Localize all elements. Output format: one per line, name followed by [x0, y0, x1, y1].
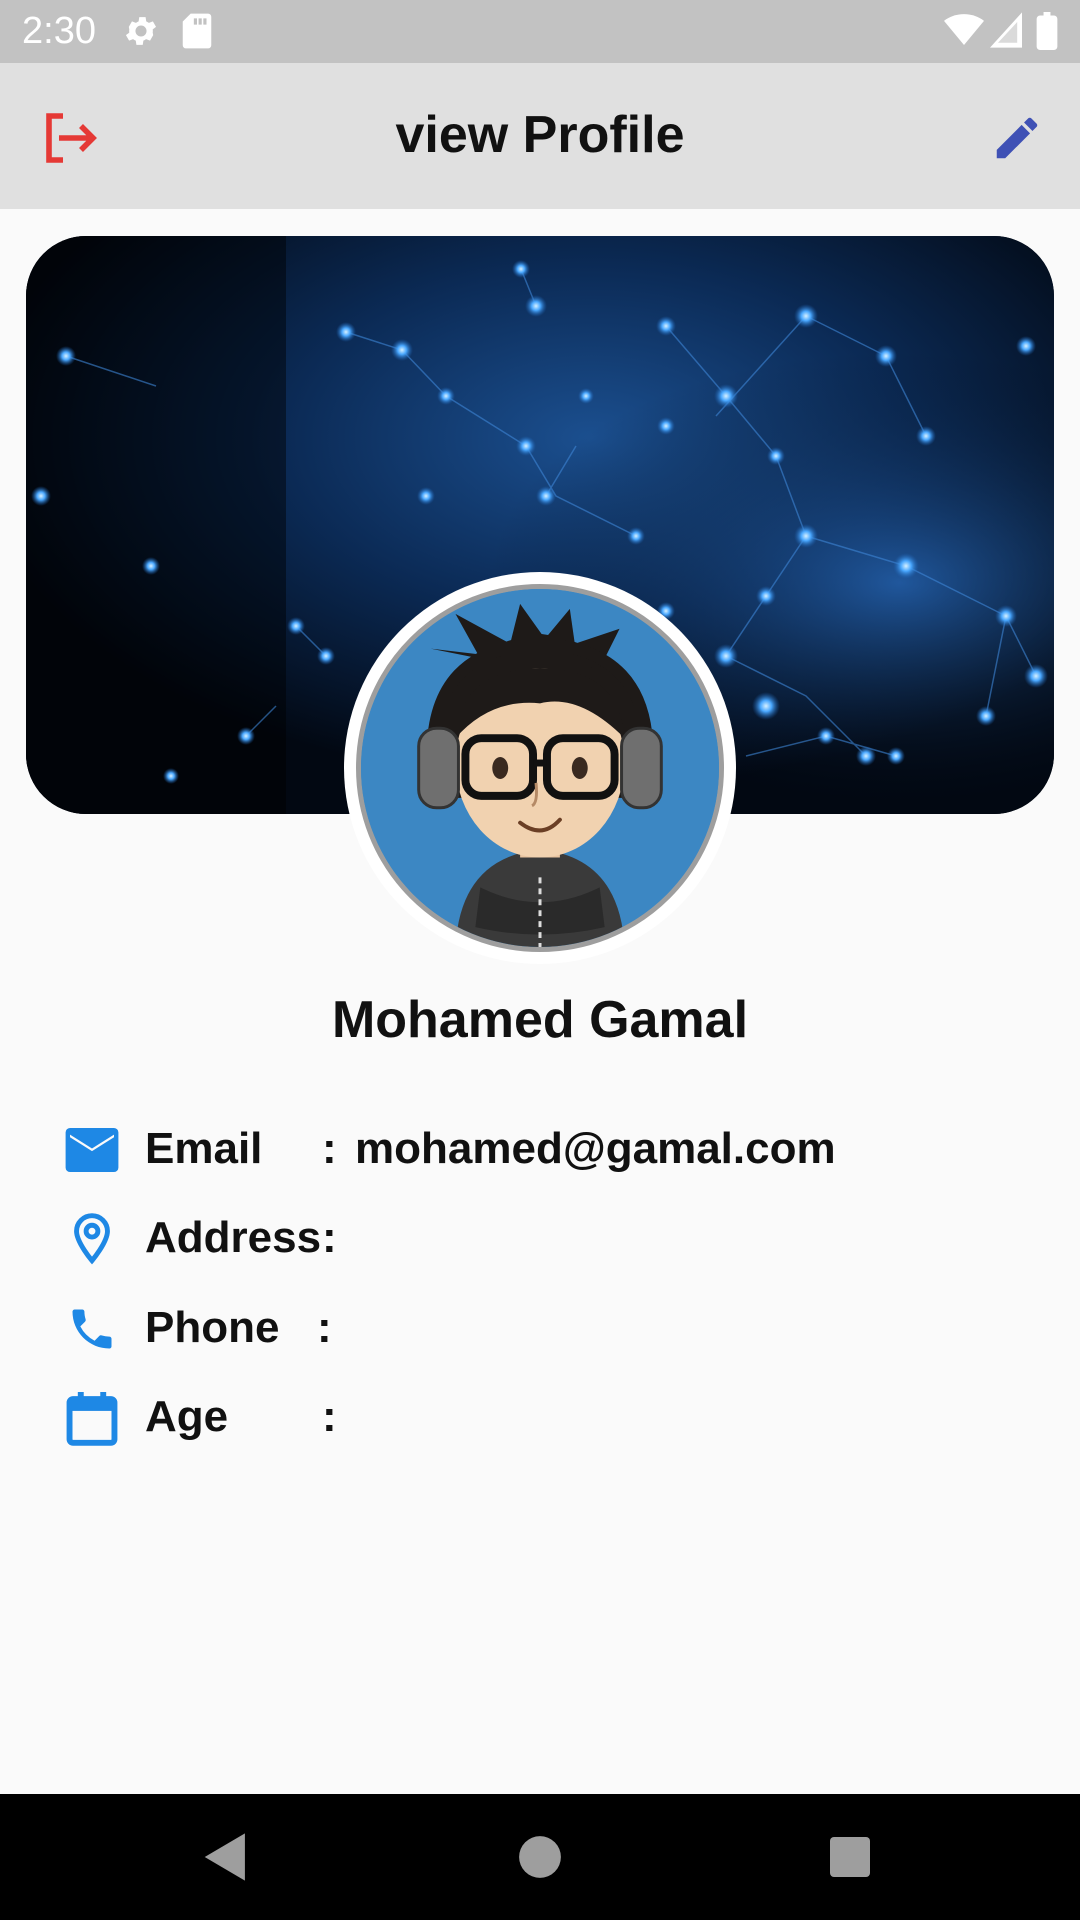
- phone-colon: :: [317, 1303, 332, 1352]
- age-colon: :: [322, 1392, 337, 1441]
- info-row-email: Email : mohamed@gamal.com: [64, 1118, 1014, 1178]
- wifi-icon: [944, 12, 984, 53]
- address-label: Address: [145, 1213, 322, 1262]
- recents-button[interactable]: [817, 1824, 883, 1890]
- system-nav-bar: [0, 1794, 1080, 1920]
- back-button[interactable]: [193, 1824, 259, 1890]
- gear-icon: [122, 12, 160, 55]
- app-bar: view Profile: [0, 63, 1080, 209]
- calendar-icon: [64, 1390, 120, 1446]
- signal-icon: [990, 12, 1022, 53]
- home-icon: [519, 1836, 561, 1878]
- age-label: Age: [145, 1392, 229, 1441]
- edit-icon: [996, 117, 1038, 159]
- phone-icon: [64, 1301, 120, 1357]
- email-icon: [64, 1122, 120, 1178]
- email-colon: :: [322, 1124, 337, 1173]
- address-colon: :: [322, 1213, 337, 1262]
- email-value: mohamed@gamal.com: [355, 1124, 836, 1173]
- info-row-address: Address :: [64, 1207, 1014, 1267]
- status-time: 2:30: [22, 10, 96, 52]
- avatar[interactable]: [356, 584, 724, 952]
- back-icon: [204, 1833, 245, 1881]
- avatar-ring: [344, 572, 736, 964]
- sd-card-icon: [180, 12, 214, 55]
- profile-name: Mohamed Gamal: [331, 991, 749, 1049]
- page-title: view Profile: [395, 106, 685, 164]
- recents-icon: [830, 1837, 870, 1877]
- status-bar: 2:30: [0, 0, 1080, 63]
- location-pin-icon: [64, 1211, 120, 1267]
- info-row-phone: Phone :: [64, 1297, 1014, 1357]
- info-row-age: Age :: [64, 1386, 1014, 1446]
- home-button[interactable]: [507, 1824, 573, 1890]
- battery-icon: [1036, 12, 1058, 55]
- edit-button[interactable]: [982, 103, 1052, 173]
- phone-label: Phone: [145, 1303, 280, 1352]
- email-label: Email: [145, 1124, 263, 1173]
